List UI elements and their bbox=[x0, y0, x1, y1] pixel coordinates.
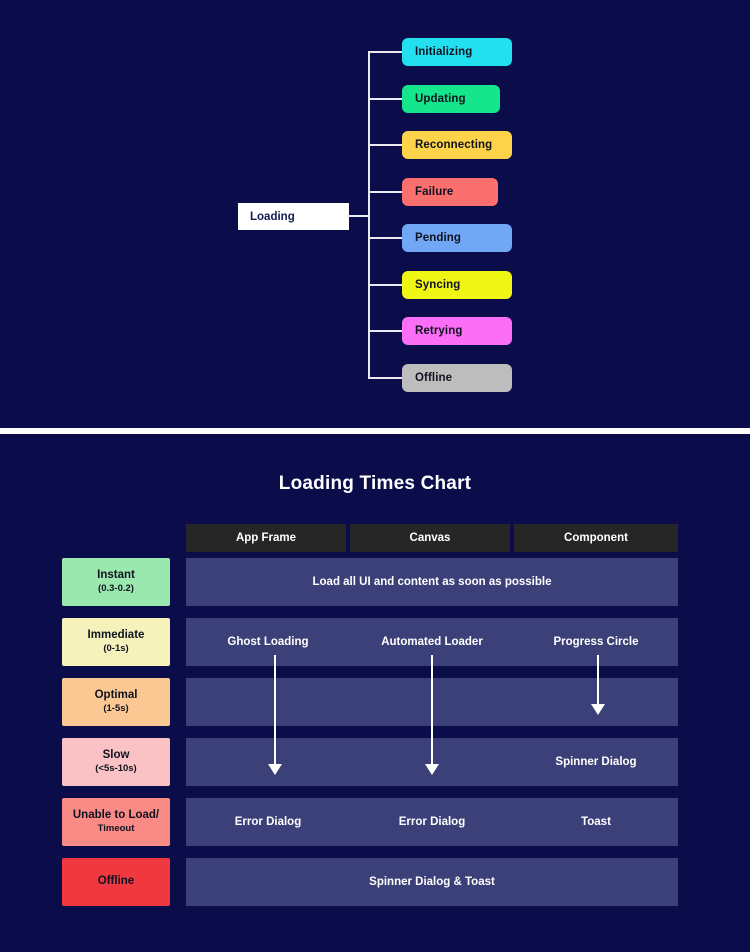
tree-node-label: Updating bbox=[415, 93, 466, 105]
tree-node-reconnecting[interactable]: Reconnecting bbox=[402, 131, 512, 159]
table-cell: Toast bbox=[581, 816, 611, 828]
arrow-component-head bbox=[591, 704, 605, 715]
tree-node-label: Failure bbox=[415, 186, 454, 198]
row-label-title: Slow bbox=[102, 749, 130, 762]
row-label-title: Unable to Load/ bbox=[72, 809, 160, 822]
table-row: Load all UI and content as soon as possi… bbox=[186, 558, 678, 606]
tree-node-initializing[interactable]: Initializing bbox=[402, 38, 512, 66]
row-label-subtitle: (1-5s) bbox=[103, 702, 129, 714]
column-header-label: Canvas bbox=[409, 532, 451, 544]
row-label-instant[interactable]: Instant (0.3-0.2) bbox=[62, 558, 170, 606]
column-header-app-frame[interactable]: App Frame bbox=[186, 524, 346, 552]
arrow-app-frame-head bbox=[268, 764, 282, 775]
row-label-subtitle: (0.3-0.2) bbox=[98, 582, 134, 594]
tree-branch-line bbox=[368, 98, 402, 100]
arrow-canvas-head bbox=[425, 764, 439, 775]
tree-node-label: Pending bbox=[415, 232, 462, 244]
tree-branch-line bbox=[368, 144, 402, 146]
table-cell: Progress Circle bbox=[553, 636, 639, 648]
tree-branch-line bbox=[368, 191, 402, 193]
row-label-subtitle: Timeout bbox=[97, 822, 135, 834]
row-label-title: Instant bbox=[97, 569, 135, 582]
tree-node-label: Offline bbox=[415, 372, 453, 384]
loading-states-tree-diagram: Loading Initializing Updating Reconnecting… bbox=[0, 0, 750, 430]
tree-branch-line bbox=[368, 377, 402, 379]
tree-root-node-loading[interactable]: Loading bbox=[238, 203, 349, 230]
arrow-app-frame-line bbox=[274, 655, 276, 764]
table-cell: Spinner Dialog & Toast bbox=[369, 876, 495, 888]
row-label-slow[interactable]: Slow (<5s-10s) bbox=[62, 738, 170, 786]
row-label-title: Offline bbox=[97, 875, 135, 888]
tree-node-label: Retrying bbox=[415, 325, 463, 337]
row-label-subtitle: (0-1s) bbox=[103, 642, 129, 654]
column-header-canvas[interactable]: Canvas bbox=[350, 524, 510, 552]
tree-branch-line bbox=[368, 284, 402, 286]
tree-node-pending[interactable]: Pending bbox=[402, 224, 512, 252]
tree-node-failure[interactable]: Failure bbox=[402, 178, 498, 206]
table-cell bbox=[514, 678, 678, 726]
table-row: Spinner Dialog & Toast bbox=[186, 858, 678, 906]
tree-node-updating[interactable]: Updating bbox=[402, 85, 500, 113]
row-label-title: Immediate bbox=[87, 629, 145, 642]
table-cell: Ghost Loading bbox=[227, 636, 309, 648]
tree-node-offline[interactable]: Offline bbox=[402, 364, 512, 392]
table-cell: Spinner Dialog bbox=[555, 756, 637, 768]
tree-node-label: Initializing bbox=[415, 46, 473, 58]
table-cell bbox=[186, 738, 350, 786]
page-root: Loading Initializing Updating Reconnecting… bbox=[0, 0, 750, 952]
tree-node-label: Reconnecting bbox=[415, 139, 493, 151]
row-label-offline[interactable]: Offline bbox=[62, 858, 170, 906]
table-row: Error Dialog Error Dialog Toast bbox=[186, 798, 678, 846]
table-cell: Error Dialog bbox=[398, 816, 466, 828]
tree-branch-line bbox=[368, 237, 402, 239]
column-header-label: Component bbox=[564, 532, 628, 544]
column-header-component[interactable]: Component bbox=[514, 524, 678, 552]
row-label-subtitle: (<5s-10s) bbox=[95, 762, 137, 774]
chart-title: Loading Times Chart bbox=[278, 473, 472, 494]
row-label-unable-to-load[interactable]: Unable to Load/Timeout bbox=[62, 798, 170, 846]
tree-branch-line bbox=[368, 330, 402, 332]
column-header-label: App Frame bbox=[235, 532, 297, 544]
row-label-optimal[interactable]: Optimal (1-5s) bbox=[62, 678, 170, 726]
tree-root-node-label: Loading bbox=[250, 210, 295, 223]
table-cell: Load all UI and content as soon as possi… bbox=[312, 576, 552, 588]
tree-branch-line bbox=[368, 51, 402, 53]
tree-node-label: Syncing bbox=[415, 279, 461, 291]
tree-root-connector-line bbox=[349, 215, 370, 217]
row-label-immediate[interactable]: Immediate (0-1s) bbox=[62, 618, 170, 666]
tree-node-retrying[interactable]: Retrying bbox=[402, 317, 512, 345]
arrow-canvas-line bbox=[431, 655, 433, 764]
tree-node-syncing[interactable]: Syncing bbox=[402, 271, 512, 299]
table-cell: Error Dialog bbox=[234, 816, 302, 828]
row-label-title: Optimal bbox=[94, 689, 138, 702]
table-cell bbox=[186, 678, 350, 726]
loading-times-chart: Loading Times Chart App Frame Canvas Compo… bbox=[0, 434, 750, 952]
arrow-component-line bbox=[597, 655, 599, 704]
